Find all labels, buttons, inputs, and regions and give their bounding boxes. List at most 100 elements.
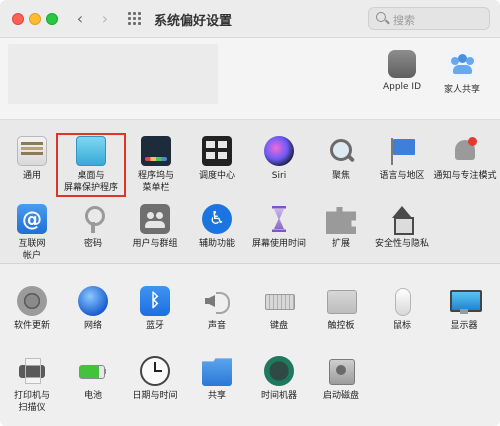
pane-label: Siri <box>271 171 287 181</box>
search-field[interactable]: 搜索 <box>368 7 490 30</box>
pane-label: 键盘 <box>269 321 288 331</box>
sharing-icon <box>202 358 232 386</box>
pane-label: 密码 <box>83 239 102 249</box>
pane-network[interactable]: 网络 <box>62 286 124 332</box>
pane-mouse[interactable]: 鼠标 <box>371 286 433 332</box>
keyboard-icon <box>264 286 295 316</box>
spotlight-icon <box>326 136 356 166</box>
bluetooth-icon: ᛒ <box>140 286 170 316</box>
pane-label: 扩展 <box>331 239 350 249</box>
pane-passwords[interactable]: 密码 <box>62 204 124 250</box>
toolbar: ‹ › 系统偏好设置 搜索 <box>0 0 500 38</box>
pane-battery[interactable]: 电池 <box>62 356 124 402</box>
battery-icon <box>78 356 108 386</box>
pane-software-update[interactable]: 软件更新 <box>1 286 63 332</box>
pane-label: 启动磁盘 <box>322 391 359 401</box>
chevron-right-icon: › <box>101 9 109 28</box>
pane-label: 日期与时间 <box>132 391 178 401</box>
trackpad-icon <box>326 286 357 316</box>
pane-label: 用户与群组 <box>132 239 178 249</box>
pane-label: 聚焦 <box>331 171 350 181</box>
minimize-button[interactable] <box>29 13 41 25</box>
pane-label: 语言与地区 <box>379 171 425 181</box>
pane-label: 调度中心 <box>198 171 235 181</box>
pane-label: 屏幕使用时间 <box>251 239 306 249</box>
apple-id-pane[interactable]: Apple ID <box>372 50 432 92</box>
date-time-icon <box>140 356 170 386</box>
pane-dock-menubar[interactable]: 程序坞与 菜单栏 <box>125 136 187 194</box>
zoom-button[interactable] <box>46 13 58 25</box>
internet-accounts-icon: @ <box>17 204 47 234</box>
pane-label: 通知与专注模式 <box>433 171 497 181</box>
displays-icon <box>449 286 482 316</box>
pane-label: 网络 <box>83 321 102 331</box>
pane-spotlight[interactable]: 聚焦 <box>310 136 372 182</box>
pane-screen-time[interactable]: 屏幕使用时间 <box>248 204 310 250</box>
siri-icon <box>264 136 294 166</box>
screen-time-icon <box>264 204 294 234</box>
pane-displays[interactable]: 显示器 <box>433 286 495 332</box>
general-icon <box>17 136 47 166</box>
pane-label: 显示器 <box>450 321 478 331</box>
pane-notifications-focus[interactable]: 通知与专注模式 <box>430 136 500 182</box>
mouse-icon <box>387 286 417 316</box>
pane-startup-disk[interactable]: 启动磁盘 <box>310 356 372 402</box>
apple-logo-icon <box>388 50 416 78</box>
pane-extensions[interactable]: 扩展 <box>310 204 372 250</box>
language-region-icon <box>387 136 417 166</box>
pane-language-region[interactable]: 语言与地区 <box>371 136 433 182</box>
passwords-icon <box>78 204 108 234</box>
accessibility-icon: ♿ <box>202 204 232 234</box>
show-all-grid-button[interactable] <box>128 12 143 26</box>
pane-security-privacy[interactable]: 安全性与隐私 <box>371 204 433 250</box>
pane-label: 鼠标 <box>392 321 411 331</box>
printers-scanners-icon <box>17 356 47 386</box>
pane-label: 共享 <box>207 391 226 401</box>
family-sharing-icon <box>448 50 476 78</box>
extensions-icon <box>326 207 356 234</box>
pane-printers-scanners[interactable]: 打印机与 扫描仪 <box>1 356 63 414</box>
search-placeholder: 搜索 <box>393 14 415 27</box>
forward-button[interactable]: › <box>95 9 115 29</box>
pane-keyboard[interactable]: 键盘 <box>248 286 310 332</box>
startup-disk-icon <box>326 356 356 386</box>
pane-label: 蓝牙 <box>145 321 164 331</box>
pane-mission-control[interactable]: 调度中心 <box>186 136 248 182</box>
pane-siri[interactable]: Siri <box>248 136 310 182</box>
pane-label: 安全性与隐私 <box>374 239 429 249</box>
family-sharing-label: 家人共享 <box>443 85 480 95</box>
users-groups-icon <box>140 204 170 234</box>
pane-date-time[interactable]: 日期与时间 <box>124 356 186 402</box>
pane-accessibility[interactable]: ♿ 辅助功能 <box>186 204 248 250</box>
pane-label: 触控板 <box>327 321 355 331</box>
pane-label: 通用 <box>22 171 41 181</box>
apple-id-label: Apple ID <box>382 82 422 92</box>
pane-internet-accounts[interactable]: @ 互联网 帐户 <box>1 204 63 262</box>
search-icon <box>376 12 386 22</box>
account-area: Apple ID 家人共享 <box>0 38 500 120</box>
pane-sharing[interactable]: 共享 <box>186 356 248 402</box>
pane-sound[interactable]: 声音 <box>186 286 248 332</box>
family-sharing-pane[interactable]: 家人共享 <box>432 50 492 95</box>
pane-label: 程序坞与 菜单栏 <box>137 171 174 193</box>
selection-highlight <box>56 133 126 197</box>
chevron-left-icon: ‹ <box>76 9 84 28</box>
pane-label: 辅助功能 <box>198 239 235 249</box>
pane-time-machine[interactable]: 时间机器 <box>248 356 310 402</box>
pane-users-groups[interactable]: 用户与群组 <box>124 204 186 250</box>
pane-bluetooth[interactable]: ᛒ 蓝牙 <box>124 286 186 332</box>
back-button[interactable]: ‹ <box>70 9 90 29</box>
sound-icon <box>202 286 232 316</box>
mission-control-icon <box>202 136 232 166</box>
pane-label: 打印机与 扫描仪 <box>13 391 50 413</box>
network-icon <box>78 286 108 316</box>
account-info-placeholder <box>8 44 218 104</box>
dock-icon <box>141 136 171 166</box>
security-privacy-icon <box>387 204 417 235</box>
pane-general[interactable]: 通用 <box>1 136 63 182</box>
pane-label: 软件更新 <box>13 321 50 331</box>
close-button[interactable] <box>12 13 24 25</box>
pane-label: 互联网 帐户 <box>18 239 46 261</box>
notifications-icon <box>450 136 480 166</box>
pane-trackpad[interactable]: 触控板 <box>310 286 372 332</box>
